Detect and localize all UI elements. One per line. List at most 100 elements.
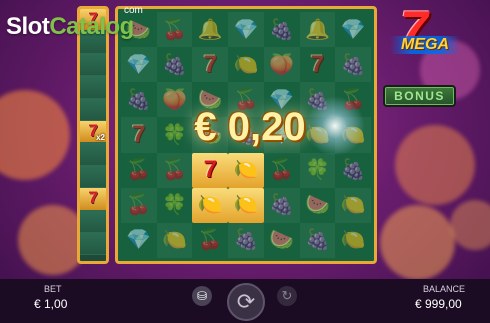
grid-cell: 🍉 bbox=[300, 188, 336, 223]
balance-label: BALANCE bbox=[423, 284, 466, 294]
bonus-column-cell bbox=[80, 143, 106, 166]
cherry-icon: 🍒 bbox=[126, 194, 152, 217]
diamond-icon: 💎 bbox=[126, 229, 152, 252]
cherry-icon: 🍒 bbox=[269, 159, 295, 182]
win-amount: € 0,20 bbox=[194, 105, 306, 149]
grid-cell: 🍇 bbox=[263, 187, 300, 223]
autoplay-icon[interactable]: ↻ bbox=[277, 286, 297, 306]
grid-cell: 🍒 bbox=[264, 153, 300, 188]
grid-cell: 💎 bbox=[121, 223, 157, 258]
grid-cell: 🍋 bbox=[335, 187, 371, 223]
diamond-icon: 💎 bbox=[126, 53, 152, 76]
grid-cell: 🔔 bbox=[299, 12, 336, 48]
seven-icon: 7 bbox=[203, 156, 217, 184]
logo-text: Slot bbox=[6, 13, 50, 40]
grid-cell: 🍇 bbox=[121, 82, 157, 117]
background-glow bbox=[450, 200, 490, 250]
melon-icon: 🍉 bbox=[269, 229, 295, 252]
balance-value: € 999,00 bbox=[415, 297, 462, 311]
grid-cell: 🍋 bbox=[228, 152, 264, 188]
spin-arrows-icon: ⟳ bbox=[236, 289, 256, 314]
grid-cell: 🍇 bbox=[264, 12, 300, 47]
grid-cell: 🔔 bbox=[192, 12, 228, 47]
lemon-icon: 🍋 bbox=[340, 194, 366, 217]
grid-cell: 7 bbox=[192, 47, 229, 83]
grid-cell: 🍀 bbox=[299, 152, 336, 188]
logo-text-accent: Catalog bbox=[49, 13, 134, 40]
grape-icon: 🍇 bbox=[269, 194, 295, 217]
seven-icon: 7 bbox=[132, 120, 146, 148]
bonus-symbol-column: 7 7 x2 7 bbox=[77, 6, 109, 264]
grid-cell: 7 bbox=[300, 47, 336, 82]
grape-icon: 🍇 bbox=[340, 53, 366, 76]
bonus-column-cell bbox=[80, 98, 106, 121]
cherry-icon: 🍒 bbox=[162, 159, 188, 182]
lemon-icon: 🍋 bbox=[162, 229, 188, 252]
background-glow bbox=[395, 125, 475, 205]
grid-cell: 🍒 bbox=[192, 223, 228, 258]
grid-cell: 7 bbox=[121, 117, 157, 153]
grid-cell: 🍒 bbox=[156, 12, 193, 48]
grid-cell: 🍇 bbox=[228, 222, 264, 258]
grid-cell: 🍒 bbox=[156, 152, 193, 188]
grid-cell: 🍇 bbox=[335, 153, 371, 188]
seven-icon: 7 bbox=[310, 50, 325, 78]
grid-cell: 🍑 bbox=[263, 47, 300, 83]
grape-icon: 🍇 bbox=[233, 229, 259, 252]
grid-cell: 🍇 bbox=[299, 222, 336, 258]
grape-icon: 🍇 bbox=[304, 229, 330, 252]
grid-cell: 💎 bbox=[228, 12, 264, 48]
plum-icon: 🍑 bbox=[269, 53, 295, 76]
grid-cell: 🍋 bbox=[228, 47, 264, 82]
grape-icon: 🍇 bbox=[126, 88, 152, 111]
lemon-icon: 🍋 bbox=[233, 194, 259, 217]
cherry-icon: 🍒 bbox=[162, 18, 188, 41]
grid-cell: 🍋 bbox=[192, 187, 229, 223]
grid-cell: 🍇 bbox=[157, 47, 193, 82]
seven-icon: 7 bbox=[203, 50, 217, 78]
bonus-column-cell: 7 bbox=[80, 188, 106, 211]
grid-cell: 🍋 bbox=[156, 222, 193, 258]
bonus-column-cell bbox=[80, 165, 106, 189]
grid-cell: 7 bbox=[192, 152, 229, 188]
grid-cell: 🍋 bbox=[228, 187, 264, 223]
game-logo-text: MEGA bbox=[390, 36, 460, 54]
grid-cell: 🍋 bbox=[335, 223, 371, 258]
grid-cell: 🍉 bbox=[264, 223, 300, 258]
diamond-icon: 💎 bbox=[340, 18, 366, 41]
bonus-column-cell bbox=[80, 210, 106, 233]
lemon-icon: 🍋 bbox=[233, 159, 259, 182]
logo-suffix: com bbox=[124, 5, 143, 16]
clover-icon: 🍀 bbox=[304, 159, 330, 182]
clover-icon: 🍀 bbox=[162, 194, 188, 217]
grid-cell: 🍀 bbox=[157, 188, 193, 223]
multiplier-badge: x2 bbox=[96, 133, 105, 143]
bonus-column-cell bbox=[80, 232, 106, 256]
bonus-buy-button[interactable]: BONUS bbox=[383, 85, 456, 107]
lemon-icon: 🍋 bbox=[197, 194, 223, 217]
lemon-icon: 🍋 bbox=[340, 229, 366, 252]
melon-icon: 🍉 bbox=[304, 194, 330, 217]
bet-label: BET bbox=[44, 284, 62, 294]
game-logo: 7 MEGA bbox=[386, 1, 464, 70]
grid-cell: 🍒 bbox=[121, 153, 157, 188]
spin-button[interactable]: ⟳ bbox=[227, 283, 265, 321]
bonus-column-cell: 7 x2 bbox=[80, 120, 106, 144]
cherry-icon: 🍒 bbox=[126, 159, 152, 182]
bet-value[interactable]: € 1,00 bbox=[34, 297, 67, 311]
cherry-icon: 🍒 bbox=[197, 229, 223, 252]
background-glow bbox=[380, 205, 455, 280]
seven-icon: 7 bbox=[88, 188, 98, 208]
bonus-column-cell bbox=[80, 76, 106, 99]
bonus-column-cell bbox=[80, 53, 106, 77]
coins-icon[interactable]: ⛁ bbox=[192, 286, 212, 306]
grid-cell: 💎 bbox=[121, 47, 157, 83]
grape-icon: 🍇 bbox=[162, 53, 188, 76]
grid-cell: 🍇 bbox=[335, 47, 371, 83]
grape-icon: 🍇 bbox=[340, 159, 366, 182]
bell-icon: 🔔 bbox=[197, 18, 223, 41]
grid-cell: 💎 bbox=[335, 12, 371, 47]
grape-icon: 🍇 bbox=[269, 18, 295, 41]
grid-cell: 🍒 bbox=[121, 187, 157, 223]
lemon-icon: 🍋 bbox=[233, 53, 259, 76]
